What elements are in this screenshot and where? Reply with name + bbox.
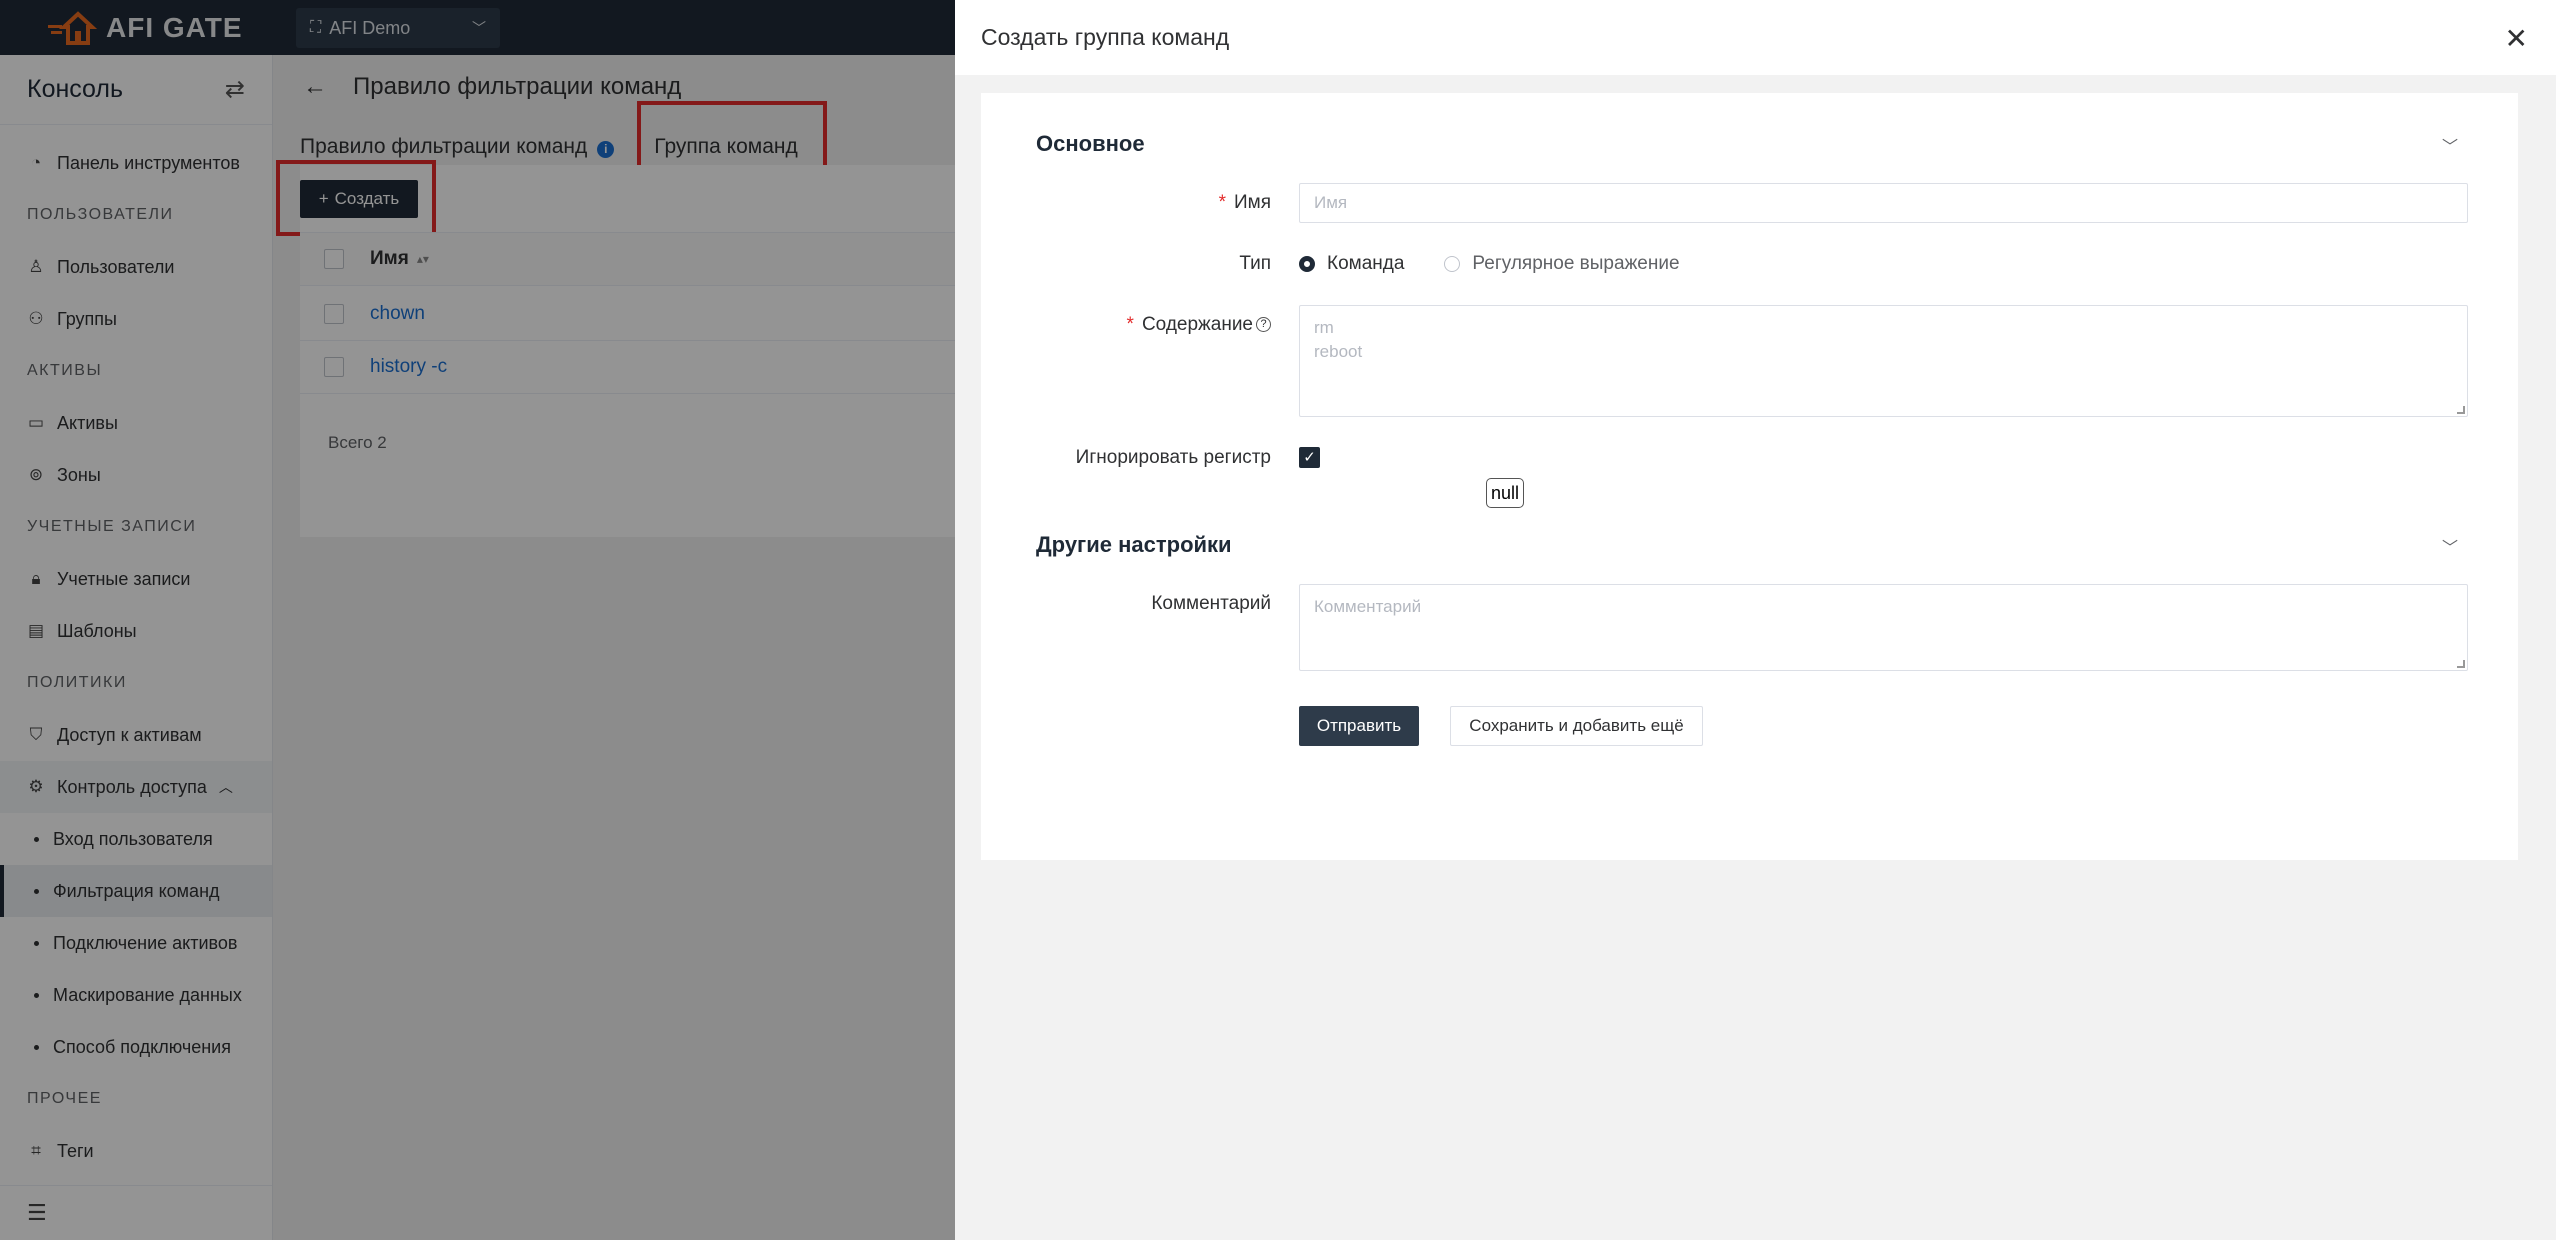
save-and-add-button[interactable]: Сохранить и добавить ещё	[1450, 706, 1703, 746]
comment-label: Комментарий	[1151, 593, 1271, 614]
content-label: * Содержание?	[981, 314, 1271, 336]
radio-label: Регулярное выражение	[1472, 253, 1680, 274]
radio-unselected	[1444, 256, 1461, 272]
name-label: * Имя	[1218, 192, 1271, 213]
content-placeholder-line: reboot	[1314, 342, 1363, 361]
ignore-case-checkbox[interactable]: ✓	[1299, 447, 1320, 468]
submit-button[interactable]: Отправить	[1299, 706, 1419, 746]
chevron-down-icon[interactable]: ﹀	[2442, 133, 2458, 157]
content-label-text: Содержание	[1141, 314, 1253, 335]
create-drawer: Создать группа команд ✕ Основное ﹀ * Имя …	[955, 0, 2556, 1240]
section-basic-title: Основное	[1036, 131, 1145, 156]
ignore-case-label: Игнорировать регистр	[1075, 447, 1271, 468]
drawer-title: Создать группа команд	[981, 24, 1230, 50]
comment-placeholder: Комментарий	[1314, 597, 1422, 616]
type-radio-group: Команда Регулярное выражение	[1299, 253, 1720, 275]
resize-handle[interactable]	[2457, 660, 2465, 668]
content-textarea[interactable]: rm reboot	[1299, 305, 2468, 417]
drawer-form: Основное ﹀ * Имя Имя Тип Команда Регулярн…	[981, 93, 2518, 860]
null-tag: null	[1486, 478, 1524, 508]
name-placeholder: Имя	[1314, 193, 1348, 212]
section-other-title: Другие настройки	[1036, 532, 1232, 557]
name-input[interactable]: Имя	[1299, 183, 2468, 223]
drawer-header: Создать группа команд ✕	[955, 0, 2556, 75]
type-radio-command[interactable]: Команда	[1299, 253, 1404, 275]
help-icon[interactable]: ?	[1256, 317, 1271, 333]
resize-handle[interactable]	[2457, 406, 2465, 414]
radio-selected	[1299, 256, 1315, 272]
name-label-text: Имя	[1233, 192, 1271, 213]
chevron-down-icon[interactable]: ﹀	[2442, 534, 2458, 558]
comment-textarea[interactable]: Комментарий	[1299, 584, 2468, 671]
content-placeholder-line: rm	[1314, 318, 1334, 337]
radio-label: Команда	[1327, 253, 1405, 274]
modal-overlay[interactable]	[0, 0, 955, 1240]
type-label: Тип	[1239, 253, 1271, 274]
close-icon[interactable]: ✕	[2505, 22, 2528, 55]
type-radio-regex[interactable]: Регулярное выражение	[1444, 253, 1680, 275]
